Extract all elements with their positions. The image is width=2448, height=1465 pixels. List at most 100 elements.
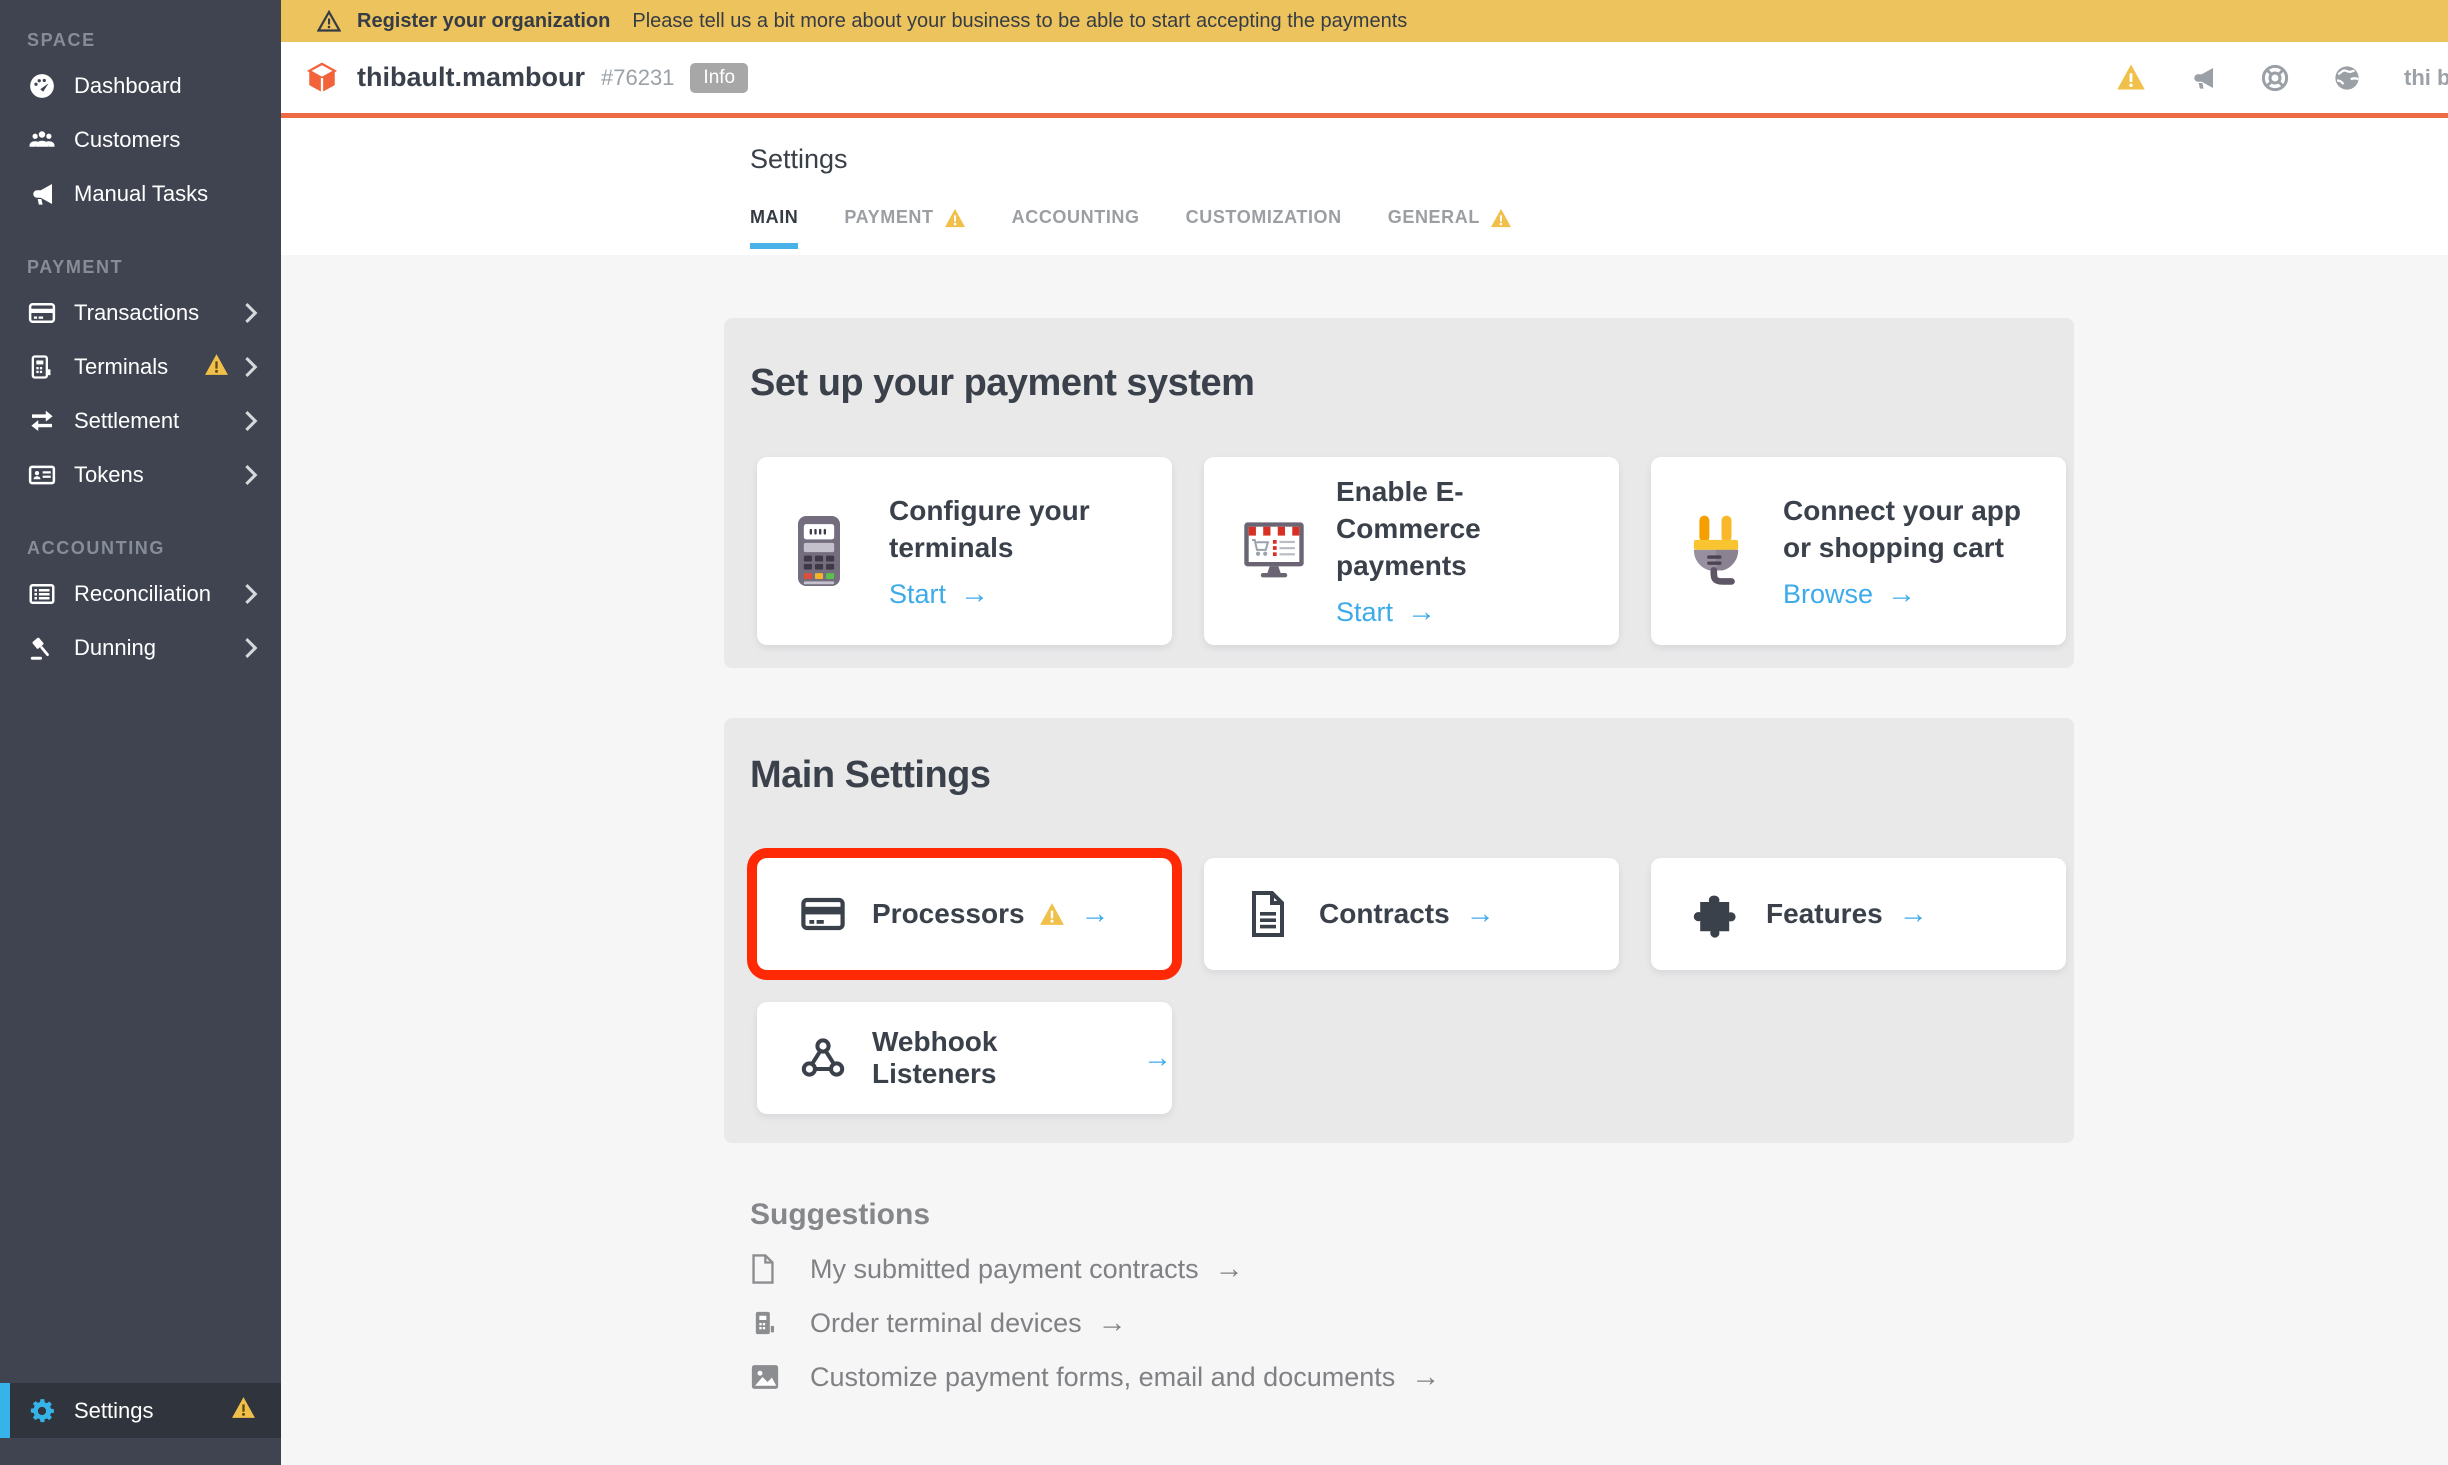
- header: thibault.mambour #76231 Info thi ba: [281, 42, 2448, 118]
- warning-icon: [1490, 208, 1512, 228]
- arrow-right-icon: →: [1143, 1042, 1172, 1075]
- account-id: #76231: [601, 65, 674, 91]
- link-label: Start: [1336, 597, 1393, 628]
- main-settings-cards: Processors → Contracts → Features → Webh…: [757, 858, 2075, 1114]
- arrow-right-icon: →: [1407, 596, 1436, 629]
- arrow-right-icon: →: [1215, 1253, 1244, 1286]
- lifebuoy-icon[interactable]: [2260, 63, 2290, 93]
- arrow-right-icon: →: [1081, 898, 1110, 931]
- tab-general[interactable]: GENERAL: [1388, 207, 1512, 249]
- arrow-right-icon: →: [1411, 1361, 1440, 1394]
- card-title: Enable E-Commerce payments: [1336, 473, 1591, 584]
- tab-main[interactable]: MAIN: [750, 207, 798, 249]
- sidebar-item-label: Dashboard: [74, 73, 259, 99]
- tab-label: MAIN: [750, 207, 798, 228]
- webhook-listeners-card[interactable]: Webhook Listeners →: [757, 1002, 1172, 1114]
- card-title: Connect your app or shopping cart: [1783, 492, 2038, 566]
- sidebar-item-label: Terminals: [74, 354, 204, 380]
- browse-link[interactable]: Browse →: [1783, 578, 2038, 611]
- sidebar-item-tokens[interactable]: Tokens: [0, 448, 281, 502]
- main-settings-section: Main Settings Processors → Contracts → F…: [724, 718, 2074, 1143]
- header-actions: thi ba: [2116, 63, 2448, 93]
- tab-accounting[interactable]: ACCOUNTING: [1012, 207, 1140, 249]
- sidebar-item-reconciliation[interactable]: Reconciliation: [0, 567, 281, 621]
- tab-payment[interactable]: PAYMENT: [844, 207, 965, 249]
- arrow-right-icon: →: [1887, 578, 1916, 611]
- sidebar-item-customers[interactable]: Customers: [0, 113, 281, 167]
- sidebar-item-manual-tasks[interactable]: Manual Tasks: [0, 167, 281, 221]
- dashboard-gauge-icon: [27, 71, 59, 101]
- processors-card[interactable]: Processors →: [757, 858, 1172, 970]
- warning-icon: [944, 208, 966, 228]
- credit-card-icon: [799, 890, 847, 938]
- sidebar-item-dunning[interactable]: Dunning: [0, 621, 281, 675]
- card-label: Contracts: [1319, 898, 1450, 930]
- account-name: thibault.mambour: [357, 62, 585, 93]
- gear-icon: [27, 1396, 59, 1426]
- suggestions-title: Suggestions: [750, 1198, 1440, 1232]
- sidebar-item-label: Reconciliation: [74, 581, 243, 607]
- banner-title: Register your organization: [357, 10, 610, 33]
- megaphone-icon[interactable]: [2188, 63, 2218, 93]
- info-badge[interactable]: Info: [690, 63, 748, 93]
- sidebar-section-payment: PAYMENT: [0, 257, 281, 278]
- file-icon: [750, 1252, 784, 1286]
- globe-icon[interactable]: [2332, 63, 2362, 93]
- app: { "banner": { "title": "Register your or…: [0, 0, 2448, 1465]
- sidebar-item-settings[interactable]: Settings: [0, 1383, 281, 1438]
- user-menu[interactable]: thi ba: [2404, 65, 2448, 91]
- connect-app-card[interactable]: Connect your app or shopping cart Browse…: [1651, 457, 2066, 645]
- chevron-right-icon: [243, 460, 259, 490]
- sidebar-section-space: SPACE: [0, 30, 281, 51]
- sidebar-item-label: Transactions: [74, 300, 243, 326]
- list-icon: [27, 579, 59, 609]
- card-title: Configure your terminals: [889, 492, 1144, 566]
- arrow-right-icon: →: [1899, 898, 1928, 931]
- arrow-right-icon: →: [1098, 1307, 1127, 1340]
- suggestion-order-terminals[interactable]: Order terminal devices →: [750, 1306, 1440, 1340]
- sidebar-item-label: Tokens: [74, 462, 243, 488]
- start-link[interactable]: Start →: [889, 578, 1144, 611]
- gavel-icon: [27, 633, 59, 663]
- orange-cube-logo: [305, 61, 339, 95]
- suggestion-label: Customize payment forms, email and docum…: [810, 1362, 1395, 1393]
- sidebar: SPACE Dashboard Customers Manual Tasks P…: [0, 0, 281, 1465]
- warning-triangle-icon: [317, 10, 341, 32]
- sidebar-section-accounting: ACCOUNTING: [0, 538, 281, 559]
- start-link[interactable]: Start →: [1336, 596, 1591, 629]
- link-label: Browse: [1783, 579, 1873, 610]
- pos-terminal-color-icon: [791, 513, 863, 589]
- sidebar-item-settlement[interactable]: Settlement: [0, 394, 281, 448]
- sidebar-item-transactions[interactable]: Transactions: [0, 286, 281, 340]
- features-card[interactable]: Features →: [1651, 858, 2066, 970]
- chevron-right-icon: [243, 579, 259, 609]
- sidebar-item-label: Customers: [74, 127, 259, 153]
- warning-icon[interactable]: [2116, 63, 2146, 93]
- warning-icon: [204, 353, 229, 382]
- tab-label: ACCOUNTING: [1012, 207, 1140, 228]
- chevron-right-icon: [243, 406, 259, 436]
- tab-label: GENERAL: [1388, 207, 1480, 228]
- suggestion-customize-forms[interactable]: Customize payment forms, email and docum…: [750, 1360, 1440, 1394]
- ecommerce-store-icon: [1238, 513, 1310, 589]
- suggestions-section: Suggestions My submitted payment contrac…: [750, 1198, 1440, 1394]
- sidebar-item-label: Settings: [74, 1398, 154, 1424]
- chevron-right-icon: [243, 633, 259, 663]
- setup-section-title: Set up your payment system: [750, 362, 2074, 405]
- suggestion-submitted-contracts[interactable]: My submitted payment contracts →: [750, 1252, 1440, 1286]
- configure-terminals-card[interactable]: Configure your terminals Start →: [757, 457, 1172, 645]
- setup-cards: Configure your terminals Start → Enable …: [757, 457, 2066, 645]
- document-icon: [1246, 890, 1294, 938]
- register-banner: Register your organization Please tell u…: [281, 0, 2448, 42]
- tab-customization[interactable]: CUSTOMIZATION: [1186, 207, 1342, 249]
- page-title: Settings: [750, 118, 2448, 175]
- suggestion-label: Order terminal devices: [810, 1308, 1082, 1339]
- megaphone-icon: [27, 179, 59, 209]
- banner-message: Please tell us a bit more about your bus…: [632, 10, 1407, 33]
- ecommerce-card[interactable]: Enable E-Commerce payments Start →: [1204, 457, 1619, 645]
- sidebar-item-dashboard[interactable]: Dashboard: [0, 59, 281, 113]
- warning-icon: [231, 1396, 256, 1425]
- credit-card-icon: [27, 298, 59, 328]
- sidebar-item-terminals[interactable]: Terminals: [0, 340, 281, 394]
- contracts-card[interactable]: Contracts →: [1204, 858, 1619, 970]
